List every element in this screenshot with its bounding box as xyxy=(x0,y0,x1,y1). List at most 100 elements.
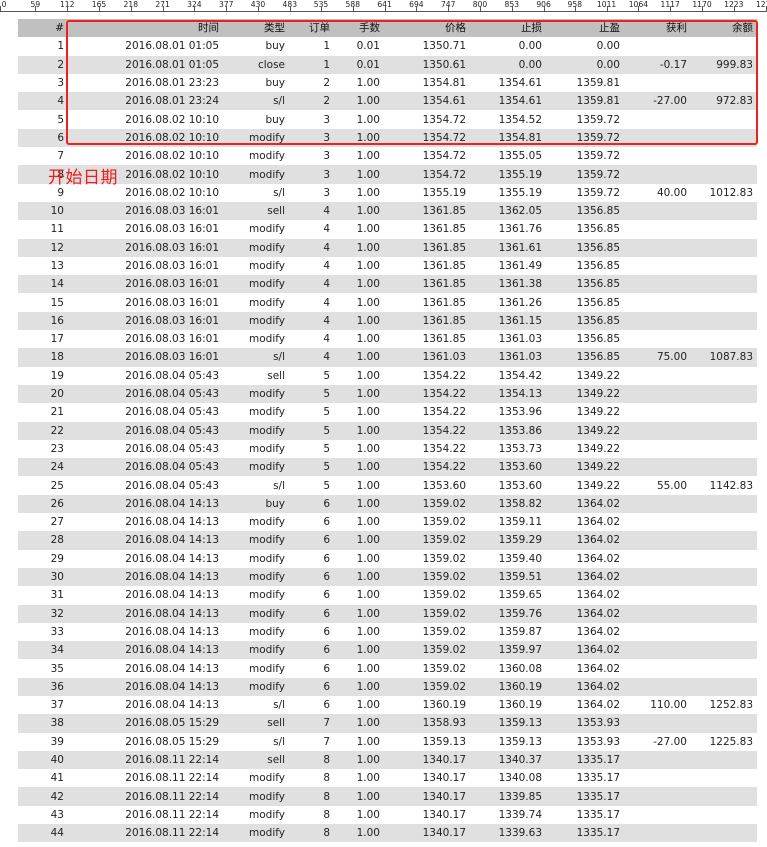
table-cell: 2016.08.03 16:01 xyxy=(68,275,223,294)
table-cell xyxy=(624,311,691,331)
table-row: 15 2016.08.03 16:01 modify 4 1.00 1361.85 1361… xyxy=(18,293,757,312)
ruler-tick xyxy=(702,6,703,11)
table-cell xyxy=(691,659,757,678)
table-row: 37 2016.08.04 14:13 s/l 6 1.00 1360.19 1360.19… xyxy=(18,695,757,715)
table-cell: 1359.65 xyxy=(470,586,546,605)
table-cell: 1353.60 xyxy=(470,476,546,495)
table-cell: modify xyxy=(223,128,289,148)
column-header: 余额 xyxy=(691,19,757,38)
table-cell: 43 xyxy=(18,805,68,825)
table-cell: 11 xyxy=(18,220,68,239)
table-cell: 17 xyxy=(18,330,68,349)
table-cell: sell xyxy=(223,714,289,733)
table-cell: s/l xyxy=(223,732,289,751)
table-cell: 1359.02 xyxy=(384,549,470,568)
table-cell: 1.00 xyxy=(334,549,384,568)
table-cell: 1340.17 xyxy=(384,769,470,788)
ruler-tick xyxy=(448,6,450,11)
table-row: 1 2016.08.01 01:05 buy 1 0.01 1350.71 0.00 0.00 xyxy=(18,37,757,56)
table-row: 7 2016.08.02 10:10 modify 3 1.00 1354.72 1355.… xyxy=(18,147,757,166)
table-cell: 1359.02 xyxy=(384,531,470,550)
table-cell: 1361.85 xyxy=(384,293,470,312)
table-cell xyxy=(624,805,691,825)
table-cell xyxy=(624,714,691,733)
table-cell: 1359.13 xyxy=(470,732,546,751)
table-cell xyxy=(691,73,757,93)
table-cell: 4 xyxy=(289,220,334,239)
table-cell xyxy=(691,458,757,477)
table-cell: 1361.15 xyxy=(470,311,546,331)
table-cell: modify xyxy=(223,677,289,696)
table-cell: 1364.02 xyxy=(546,549,624,568)
table-cell: 1359.72 xyxy=(546,147,624,166)
table-cell: 1359.13 xyxy=(470,714,546,733)
table-cell xyxy=(691,110,757,129)
table-cell: 1364.02 xyxy=(546,695,624,715)
table-cell: 1354.22 xyxy=(384,384,470,404)
table-cell: 29 xyxy=(18,549,68,568)
column-header: 类型 xyxy=(223,19,289,38)
table-cell: 1359.02 xyxy=(384,586,470,605)
table-cell: 1349.22 xyxy=(546,403,624,422)
table-cell: 1354.13 xyxy=(470,384,546,404)
table-cell: 1359.02 xyxy=(384,622,470,642)
table-cell: 5 xyxy=(289,366,334,385)
table-cell: 39 xyxy=(18,732,68,751)
table-cell: 55.00 xyxy=(624,476,691,495)
table-cell: 4 xyxy=(289,311,334,331)
table-cell: 1355.19 xyxy=(384,183,470,202)
table-cell: 1.00 xyxy=(334,531,384,550)
table-cell: 1 xyxy=(289,37,334,56)
ruler-tick xyxy=(384,6,386,11)
table-cell: 1.00 xyxy=(334,805,384,825)
table-cell: 1359.40 xyxy=(470,549,546,568)
table-cell: 1.00 xyxy=(334,439,384,459)
table-cell: 1359.81 xyxy=(546,73,624,93)
table-cell: 1355.05 xyxy=(470,147,546,166)
table-cell: 1.00 xyxy=(334,604,384,623)
table-cell: 33 xyxy=(18,622,68,642)
table-row: 22 2016.08.04 05:43 modify 5 1.00 1354.22 1353… xyxy=(18,421,757,440)
table-cell: 8 xyxy=(289,750,334,770)
table-cell xyxy=(691,677,757,696)
table-cell xyxy=(624,439,691,459)
ruler-tick xyxy=(67,6,69,11)
table-cell xyxy=(691,293,757,312)
table-cell xyxy=(624,824,691,843)
table-row: 27 2016.08.04 14:13 modify 6 1.00 1359.02 1359… xyxy=(18,513,757,532)
table-cell: 1087.83 xyxy=(691,348,757,367)
table-cell: 26 xyxy=(18,494,68,514)
table-cell: 1.00 xyxy=(334,183,384,202)
table-cell: 1353.60 xyxy=(470,458,546,477)
table-cell: 1354.22 xyxy=(384,421,470,440)
table-cell: 1353.73 xyxy=(470,439,546,459)
table-cell xyxy=(691,439,757,459)
table-cell: 3 xyxy=(289,147,334,166)
table-cell: 3 xyxy=(289,110,334,129)
table-cell: 2 xyxy=(18,55,68,74)
table-cell: 1354.81 xyxy=(470,128,546,148)
table-cell: 1354.22 xyxy=(384,366,470,385)
table-cell: 1.00 xyxy=(334,476,384,495)
table-row: 33 2016.08.04 14:13 modify 6 1.00 1359.02 1359… xyxy=(18,622,757,642)
table-cell: 2016.08.11 22:14 xyxy=(68,750,223,770)
table-cell: modify xyxy=(223,769,289,788)
table-body: 1 2016.08.01 01:05 buy 1 0.01 1350.71 0.00 0.00… xyxy=(18,37,757,843)
table-cell: 1354.61 xyxy=(470,92,546,111)
ruler-tick xyxy=(321,6,322,11)
table-cell: 1359.02 xyxy=(384,641,470,660)
table-row: 39 2016.08.05 15:29 s/l 7 1.00 1359.13 1359.13… xyxy=(18,732,757,751)
table-cell: 7 xyxy=(289,714,334,733)
table-cell: 1339.63 xyxy=(470,824,546,843)
table-cell: 1340.17 xyxy=(384,805,470,825)
table-cell: 2016.08.04 14:13 xyxy=(68,659,223,678)
table-cell: modify xyxy=(223,256,289,276)
table-cell: 1359.72 xyxy=(546,128,624,148)
table-row: 19 2016.08.04 05:43 sell 5 1.00 1354.22 1354.4… xyxy=(18,366,757,385)
table-cell xyxy=(691,787,757,806)
table-cell: modify xyxy=(223,567,289,587)
table-row: 5 2016.08.02 10:10 buy 3 1.00 1354.72 1354.52 1… xyxy=(18,110,757,129)
pixel-ruler: 0 59 112 165 218 271 324 377 430 483 535 588 641 694 7… xyxy=(0,0,767,12)
table-cell: 1359.87 xyxy=(470,622,546,642)
table-cell: 6 xyxy=(289,641,334,660)
